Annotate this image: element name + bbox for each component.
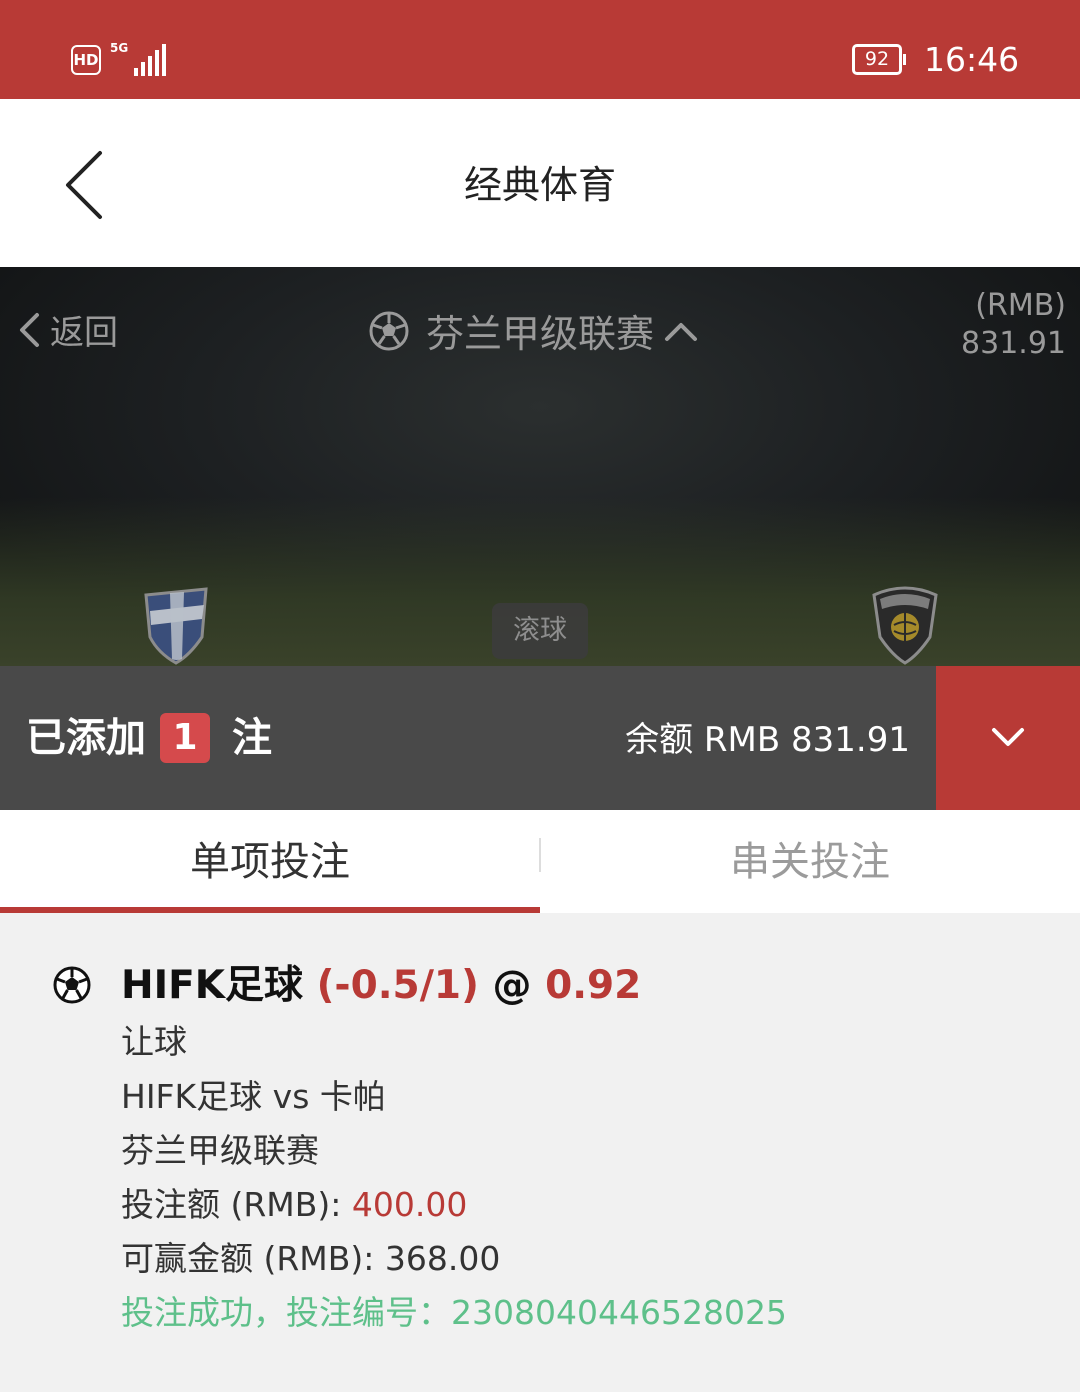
network-type: 5G [110, 41, 129, 55]
league-selector[interactable]: 芬兰甲级联赛 [368, 303, 698, 358]
soccer-ball-icon [369, 311, 409, 350]
bet-team: HIFK足球 [121, 963, 304, 1008]
banner-balance: (RMB) 831.91 [961, 287, 1066, 363]
bet-odds: 0.92 [545, 963, 642, 1008]
chevron-up-icon [665, 322, 698, 341]
kapa-crest-icon [872, 586, 938, 665]
win-label: 可赢金额 (RMB): [121, 1239, 385, 1278]
bet-slip-bar: 已添加 1 注 余额 RMB 831.91 [0, 666, 1080, 810]
added-suffix: 注 [232, 715, 272, 761]
match-banner: 返回 芬兰甲级联赛 (RMB) 831.91 滚球 [0, 267, 1080, 666]
bet-winnings: 可赢金额 (RMB): 368.00 [121, 1237, 500, 1281]
clock: 16:46 [924, 40, 1020, 79]
battery-level: 92 [852, 44, 902, 75]
bet-match: HIFK足球 vs 卡帕 [121, 1077, 386, 1116]
stake-label: 投注额 (RMB): [121, 1185, 352, 1224]
balance-value: 831.91 [961, 326, 1066, 361]
win-value: 368.00 [384, 1239, 501, 1278]
added-prefix: 已添加 [26, 715, 146, 761]
banner-back-label: 返回 [50, 313, 118, 353]
chevron-down-icon [992, 728, 1024, 746]
chevron-left-icon [20, 312, 39, 347]
signal-icon: 5G [110, 41, 166, 76]
added-count: 已添加 1 注 [26, 710, 272, 766]
battery-icon: 92 [852, 44, 906, 75]
tab-parlay-bet[interactable]: 串关投注 [540, 810, 1080, 913]
bet-handicap: (-0.5/1) [316, 963, 479, 1008]
title-bar: 经典体育 [0, 99, 1080, 267]
soccer-ball-icon [53, 966, 91, 1004]
bet-stake: 投注额 (RMB): 400.00 [121, 1183, 467, 1227]
banner-back-button[interactable]: 返回 [18, 305, 118, 354]
league-name: 芬兰甲级联赛 [426, 312, 655, 356]
count-badge: 1 [160, 713, 210, 763]
bet-market: 让球 [121, 1022, 187, 1061]
page-title: 经典体育 [463, 163, 616, 207]
hd-icon: HD [71, 45, 101, 75]
collapse-button[interactable] [936, 666, 1080, 810]
status-bar: HD 5G 92 16:46 [0, 0, 1080, 99]
tab-single-bet[interactable]: 单项投注 [0, 810, 540, 913]
balance-currency: (RMB) [975, 288, 1066, 323]
stake-value: 400.00 [351, 1185, 468, 1224]
live-tag: 滚球 [492, 603, 588, 659]
bet-at: @ [492, 963, 532, 1008]
bet-selection: HIFK足球 (-0.5/1) @ 0.92 [121, 959, 641, 1013]
hifk-crest-icon [144, 587, 208, 665]
bet-status: 投注成功，投注编号：2308040446528025 [121, 1293, 787, 1332]
balance-label: 余额 RMB 831.91 [625, 720, 910, 760]
bet-league: 芬兰甲级联赛 [121, 1131, 319, 1170]
bet-type-tabs: 单项投注 串关投注 [0, 810, 1080, 913]
bet-detail: HIFK足球 (-0.5/1) @ 0.92 让球 HIFK足球 vs 卡帕 芬… [0, 913, 1080, 1392]
